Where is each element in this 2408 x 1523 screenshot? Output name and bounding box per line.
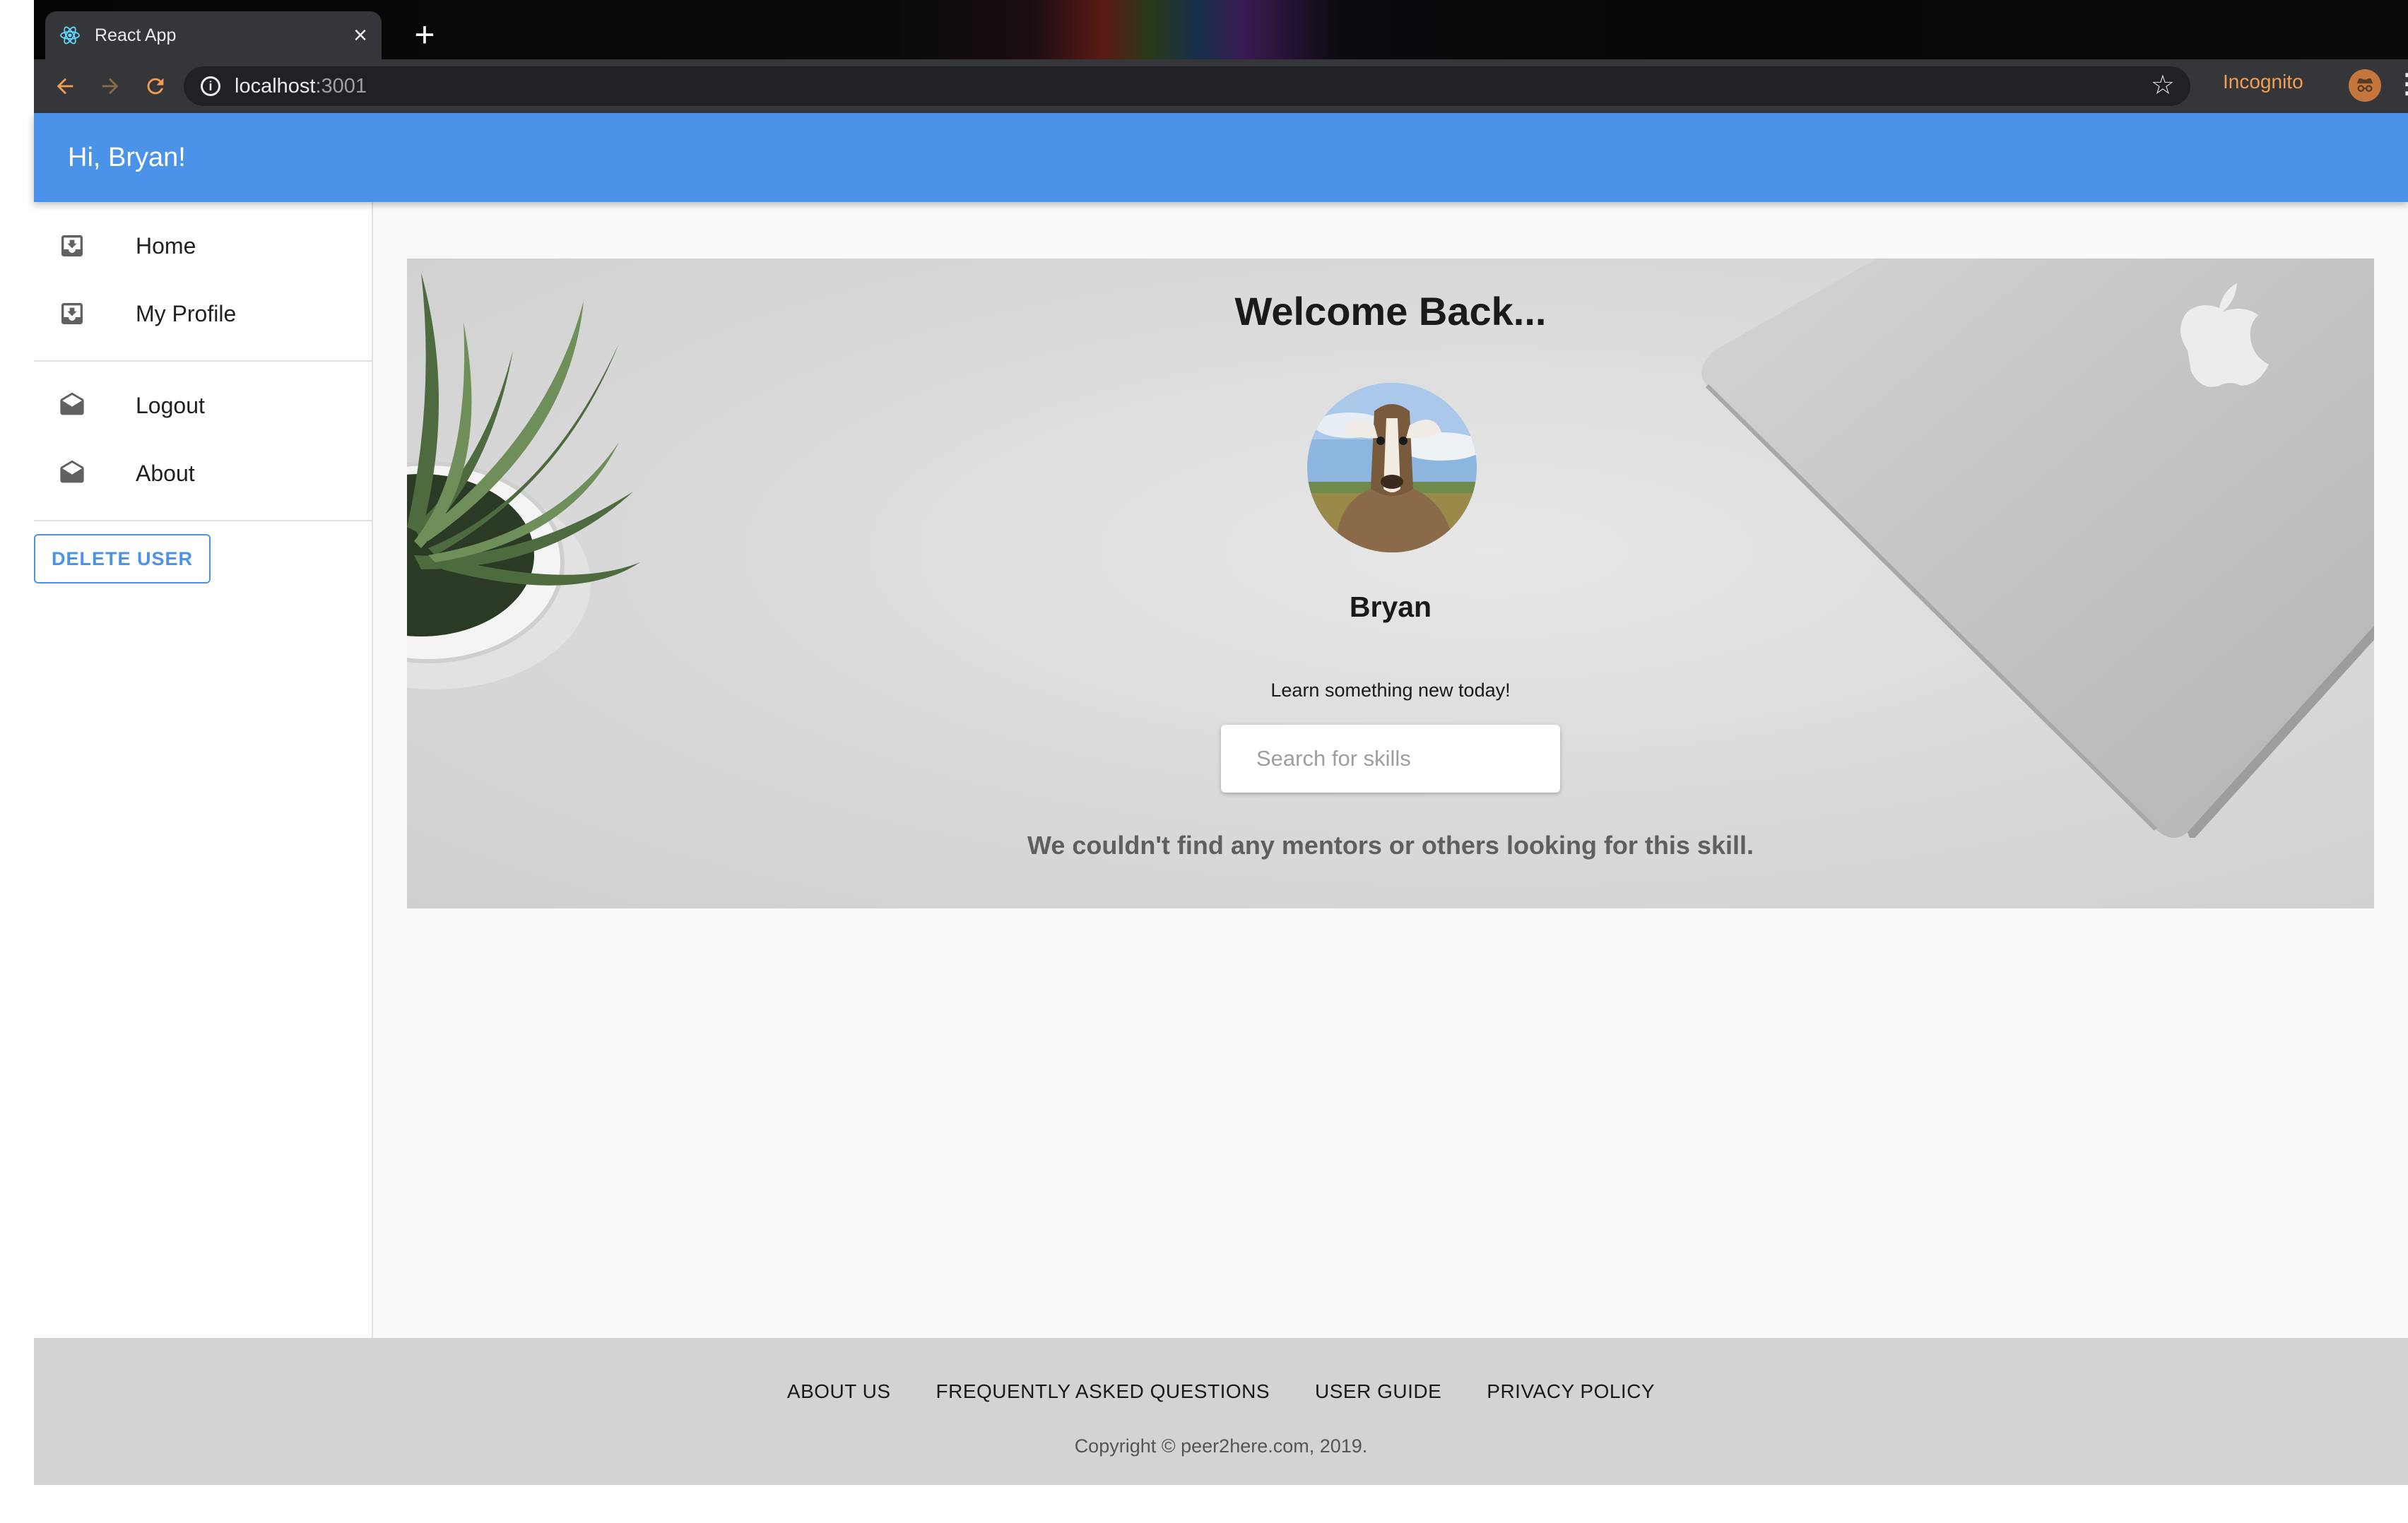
browser-toolbar: i localhost :3001 ☆ Incognito ⋮ — [34, 59, 2408, 113]
delete-user-button[interactable]: DELETE USER — [34, 534, 211, 583]
footer-links: ABOUT US FREQUENTLY ASKED QUESTIONS USER… — [34, 1380, 2408, 1403]
greeting-title: Hi, Bryan! — [68, 142, 186, 172]
info-icon[interactable]: i — [201, 76, 220, 96]
welcome-title: Welcome Back... — [1234, 289, 1547, 333]
tab-title: React App — [95, 25, 177, 45]
sidebar-item-logout[interactable]: Logout — [34, 372, 372, 439]
drafts-mail-icon — [60, 460, 84, 483]
avatar — [1307, 383, 1477, 552]
copyright-text: Copyright © peer2here.com, 2019. — [1074, 1435, 1368, 1457]
sidebar-item-about[interactable]: About — [34, 439, 372, 507]
sidebar-divider — [34, 520, 372, 521]
sidebar-item-label: Home — [136, 232, 196, 259]
move-to-inbox-icon — [61, 303, 83, 324]
welcome-banner: Welcome Back... Bryan Learn something ne… — [407, 259, 2374, 908]
sidebar-item-label: About — [136, 460, 195, 486]
search-input[interactable] — [1255, 745, 1540, 772]
tagline: Learn something new today! — [1270, 680, 1511, 701]
sidebar-item-label: Logout — [136, 392, 205, 418]
incognito-label: Incognito — [2223, 71, 2303, 93]
sidebar-item-my-profile[interactable]: My Profile — [34, 280, 372, 348]
footer-link-faq[interactable]: FREQUENTLY ASKED QUESTIONS — [936, 1380, 1270, 1403]
reload-icon[interactable] — [138, 69, 172, 103]
main-content: Welcome Back... Bryan Learn something ne… — [373, 202, 2408, 1338]
url-host: localhost — [235, 74, 316, 97]
laptop-illustration — [1701, 259, 2374, 838]
footer-link-privacy-policy[interactable]: PRIVACY POLICY — [1487, 1380, 1655, 1403]
url-port: :3001 — [315, 74, 367, 97]
incognito-icon[interactable] — [2349, 69, 2381, 102]
footer: ABOUT US FREQUENTLY ASKED QUESTIONS USER… — [34, 1338, 2408, 1485]
react-icon — [59, 25, 81, 46]
address-bar[interactable]: i localhost :3001 ☆ — [184, 66, 2190, 106]
browser-tab-strip: React App × + — [34, 0, 2408, 59]
forward-arrow-icon[interactable] — [93, 69, 127, 103]
new-tab-button[interactable]: + — [401, 11, 448, 58]
sidebar-item-label: My Profile — [136, 300, 237, 326]
app-header: Hi, Bryan! — [34, 113, 2408, 202]
skill-search-box — [1221, 725, 1560, 793]
footer-link-user-guide[interactable]: USER GUIDE — [1315, 1380, 1441, 1403]
footer-link-about-us[interactable]: ABOUT US — [787, 1380, 891, 1403]
browser-tab[interactable]: React App × — [45, 11, 382, 59]
drafts-mail-icon — [60, 392, 84, 415]
star-icon[interactable]: ☆ — [2151, 69, 2175, 101]
menu-dots-icon[interactable]: ⋮ — [2394, 68, 2408, 100]
back-arrow-icon[interactable] — [48, 69, 82, 103]
user-name: Bryan — [1349, 591, 1432, 623]
sidebar-item-home[interactable]: Home — [34, 212, 372, 280]
no-results-message: We couldn't find any mentors or others l… — [1027, 831, 1754, 860]
sidebar: Home My Profile Logout About DELETE USER — [34, 202, 373, 1338]
tab-close-icon[interactable]: × — [353, 23, 367, 47]
sidebar-divider — [34, 360, 372, 362]
move-to-inbox-icon — [61, 235, 83, 256]
